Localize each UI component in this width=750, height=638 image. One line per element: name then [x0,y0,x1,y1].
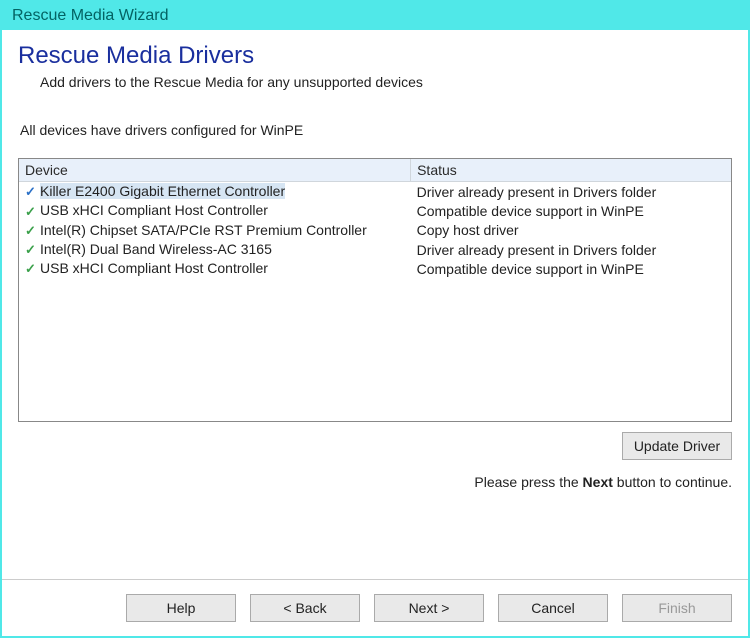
device-cell: ✓USB xHCI Compliant Host Controller [19,259,411,278]
prompt-suffix: button to continue. [617,474,732,490]
prompt-line: Please press the Next button to continue… [18,474,732,490]
column-header-status[interactable]: Status [411,159,731,182]
status-line: All devices have drivers configured for … [20,122,732,138]
page-title: Rescue Media Drivers [18,42,732,70]
status-cell: Copy host driver [411,221,731,240]
table-row[interactable]: ✓Intel(R) Dual Band Wireless-AC 3165Driv… [19,240,731,259]
wizard-footer: Help < Back Next > Cancel Finish [2,579,748,636]
check-icon: ✓ [25,204,39,220]
device-cell: ✓Killer E2400 Gigabit Ethernet Controlle… [19,182,411,202]
page-subtitle: Add drivers to the Rescue Media for any … [40,74,732,90]
table-row[interactable]: ✓Intel(R) Chipset SATA/PCIe RST Premium … [19,221,731,240]
window-title: Rescue Media Wizard [12,7,169,24]
cancel-button[interactable]: Cancel [498,594,608,622]
driver-table-container: Device Status ✓Killer E2400 Gigabit Ethe… [18,158,732,422]
device-name: USB xHCI Compliant Host Controller [40,202,268,218]
table-row[interactable]: ✓USB xHCI Compliant Host ControllerCompa… [19,259,731,278]
prompt-bold: Next [583,474,613,490]
check-icon: ✓ [25,261,39,277]
update-driver-button[interactable]: Update Driver [622,432,732,460]
device-cell: ✓USB xHCI Compliant Host Controller [19,201,411,220]
back-button[interactable]: < Back [250,594,360,622]
table-row[interactable]: ✓Killer E2400 Gigabit Ethernet Controlle… [19,182,731,202]
check-icon: ✓ [25,223,39,239]
device-name: Intel(R) Dual Band Wireless-AC 3165 [40,241,272,257]
prompt-prefix: Please press the [474,474,582,490]
device-name: USB xHCI Compliant Host Controller [40,260,268,276]
device-name: Intel(R) Chipset SATA/PCIe RST Premium C… [40,222,367,238]
status-cell: Compatible device support in WinPE [411,259,731,278]
window-titlebar: Rescue Media Wizard [2,2,748,30]
check-icon: ✓ [25,242,39,258]
status-cell: Driver already present in Drivers folder [411,240,731,259]
check-icon: ✓ [25,184,39,200]
column-header-device[interactable]: Device [19,159,411,182]
status-cell: Compatible device support in WinPE [411,201,731,220]
help-button[interactable]: Help [126,594,236,622]
driver-table: Device Status ✓Killer E2400 Gigabit Ethe… [19,159,731,278]
status-cell: Driver already present in Drivers folder [411,182,731,202]
device-cell: ✓Intel(R) Dual Band Wireless-AC 3165 [19,240,411,259]
finish-button: Finish [622,594,732,622]
device-cell: ✓Intel(R) Chipset SATA/PCIe RST Premium … [19,221,411,240]
table-row[interactable]: ✓USB xHCI Compliant Host ControllerCompa… [19,201,731,220]
wizard-content: Rescue Media Drivers Add drivers to the … [2,30,748,579]
update-driver-row: Update Driver [18,432,732,460]
next-button[interactable]: Next > [374,594,484,622]
device-name: Killer E2400 Gigabit Ethernet Controller [40,183,285,199]
